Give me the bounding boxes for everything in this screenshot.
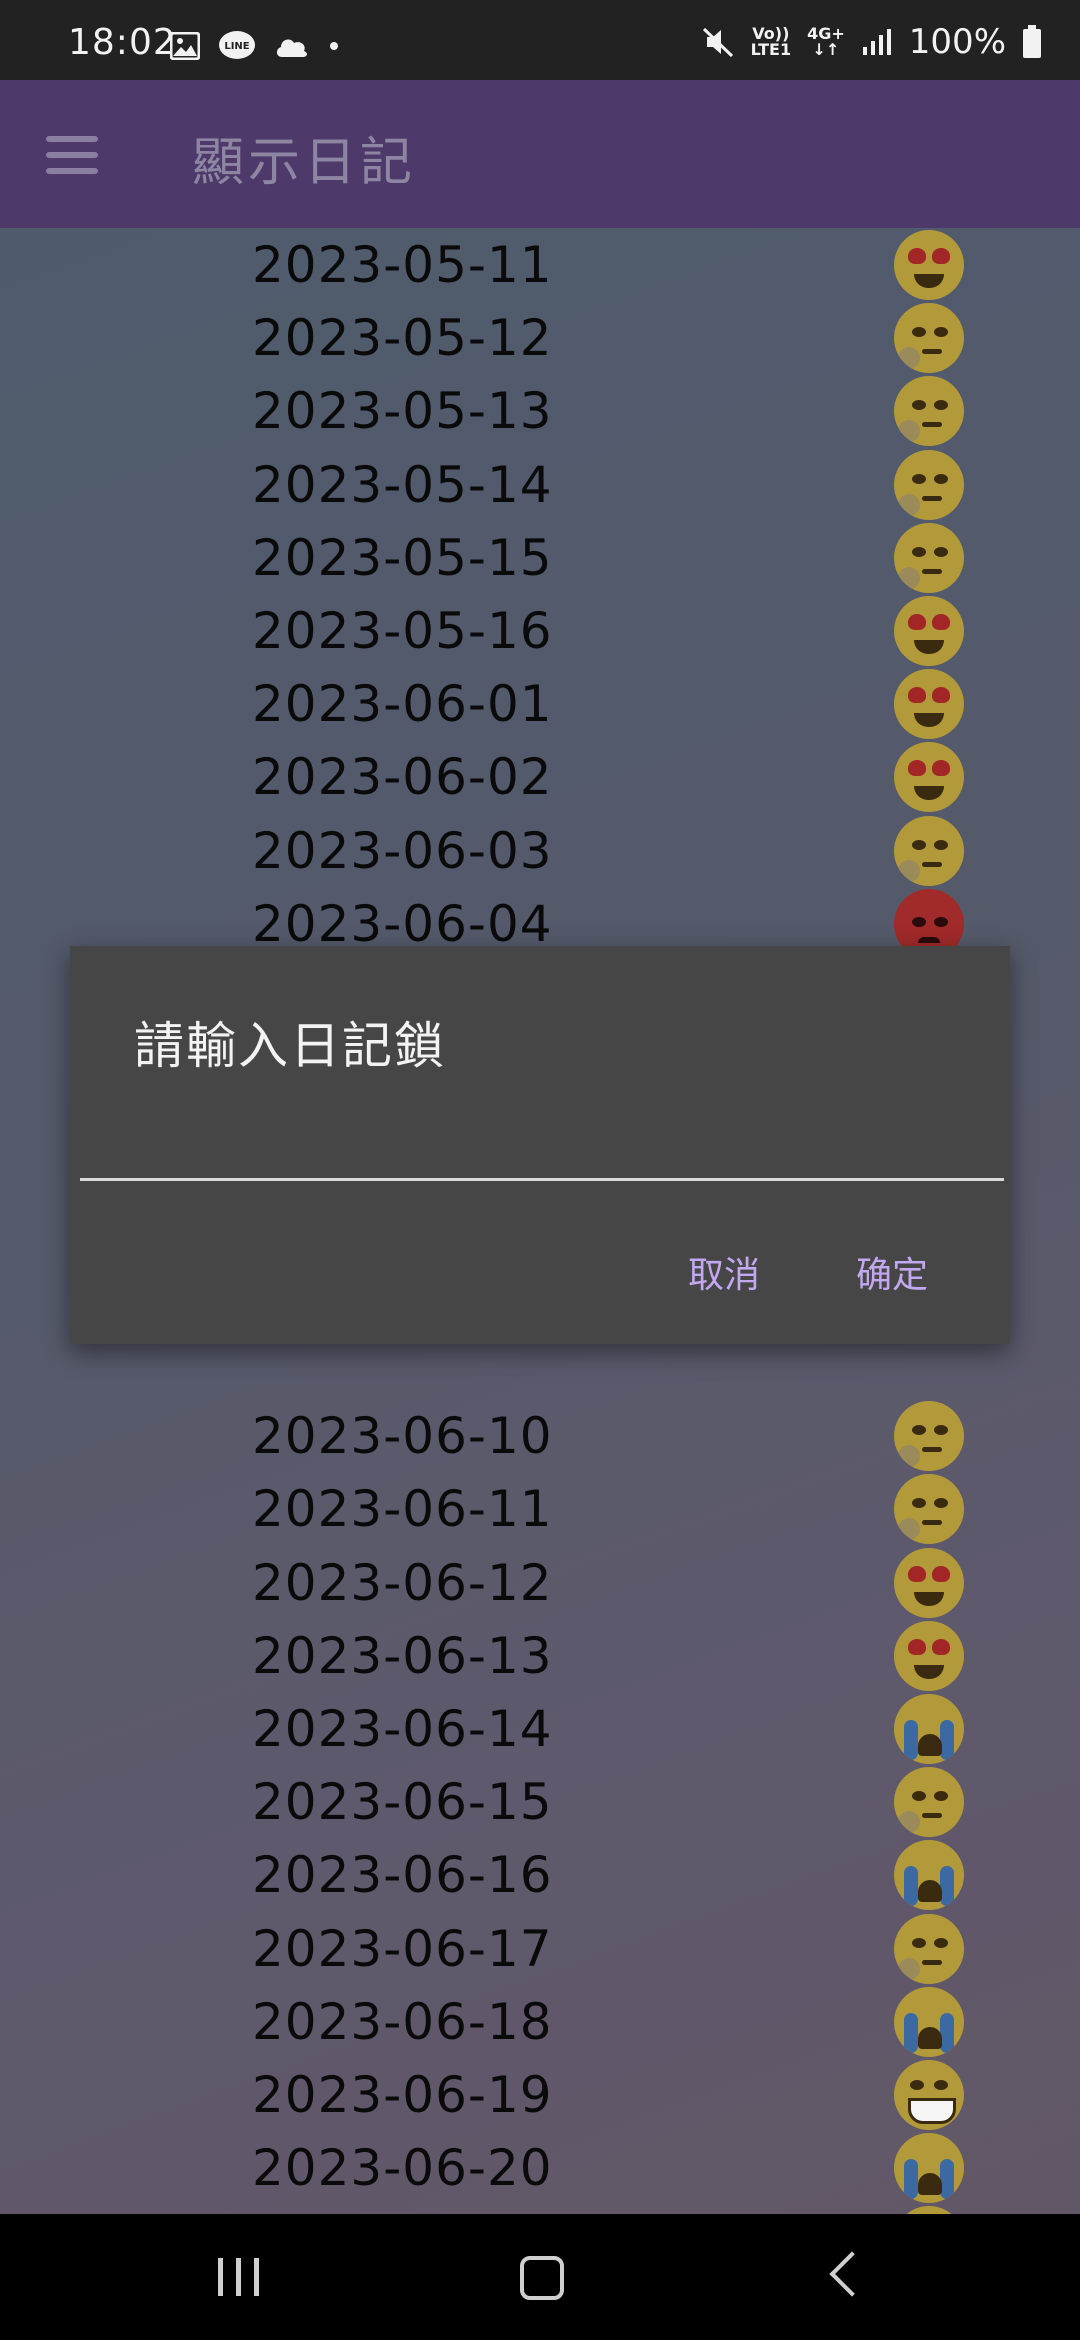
lte-text: LTE1 — [750, 40, 792, 59]
line-icon: LINE — [219, 31, 255, 59]
diary-date: 2023-05-13 — [252, 382, 553, 441]
heart-eyes-emoji-icon — [894, 669, 964, 740]
list-item[interactable]: 2023-06-13 — [0, 1619, 1080, 1692]
heart-eyes-emoji-icon — [894, 1620, 964, 1691]
list-item[interactable]: 2023-06-15 — [0, 1765, 1080, 1838]
thinking-emoji-icon — [894, 522, 964, 593]
crying-emoji-icon — [894, 1840, 964, 1911]
list-item[interactable]: 2023-05-12 — [0, 301, 1080, 374]
diary-date: 2023-06-14 — [252, 1700, 553, 1758]
heart-eyes-emoji-icon — [894, 742, 964, 813]
volte-indicator: Vo)) LTE1 — [751, 26, 792, 58]
menu-icon[interactable] — [46, 136, 98, 174]
list-item[interactable]: 2023-05-13 — [0, 374, 1080, 447]
diary-date: 2023-06-20 — [252, 2139, 553, 2198]
home-button[interactable] — [520, 2256, 564, 2300]
list-item[interactable]: 2023-06-19 — [0, 2058, 1080, 2131]
list-item[interactable]: 2023-05-16 — [0, 594, 1080, 667]
list-item[interactable]: 2023-06-02 — [0, 740, 1080, 813]
diary-date: 2023-06-13 — [252, 1626, 553, 1685]
notification-icons: LINE — [170, 30, 340, 62]
diary-date: 2023-06-03 — [252, 821, 553, 880]
recent-apps-button[interactable] — [218, 2258, 260, 2296]
heart-eyes-emoji-icon — [894, 596, 964, 666]
list-item[interactable]: 2023-06-20 — [0, 2131, 1080, 2204]
thinking-emoji-icon — [894, 303, 964, 374]
navigation-bar — [0, 2214, 1080, 2340]
signal-icon — [862, 29, 891, 55]
thinking-emoji-icon — [894, 449, 964, 520]
diary-date: 2023-05-12 — [252, 309, 553, 368]
heart-eyes-emoji-icon — [894, 1547, 964, 1618]
data-arrows-icon: ↓↑ — [812, 40, 840, 59]
list-item[interactable]: 2023-05-15 — [0, 521, 1080, 594]
list-item[interactable]: 2023-06-10 — [0, 1399, 1080, 1472]
diary-date: 2023-06-11 — [252, 1480, 553, 1539]
diary-date: 2023-06-17 — [252, 1919, 553, 1978]
diary-date: 2023-06-16 — [252, 1846, 553, 1905]
list-item[interactable]: 2023-06-16 — [0, 1838, 1080, 1911]
cloud-icon — [276, 39, 307, 57]
diary-date: 2023-06-02 — [252, 748, 553, 807]
list-item[interactable]: 2023-05-14 — [0, 448, 1080, 521]
list-item[interactable]: 2023-06-03 — [0, 814, 1080, 887]
crying-emoji-icon — [894, 1694, 964, 1764]
list-item[interactable]: 2023-06-11 — [0, 1472, 1080, 1545]
battery-icon — [1023, 25, 1041, 58]
list-item[interactable]: 2023-06-14 — [0, 1692, 1080, 1765]
app-bar: 顯示日記 — [0, 80, 1080, 228]
diary-date: 2023-05-14 — [252, 455, 553, 514]
diary-date: 2023-06-18 — [252, 1992, 553, 2051]
diary-date: 2023-06-15 — [252, 1773, 553, 1832]
diary-lock-dialog: 請輸入日記鎖 取消 确定 — [70, 946, 1010, 1344]
diary-date: 2023-06-10 — [252, 1407, 553, 1466]
list-item[interactable]: 2023-06-12 — [0, 1546, 1080, 1619]
thinking-emoji-icon — [894, 1401, 964, 1472]
battery-percent: 100% — [908, 22, 1006, 62]
diary-date: 2023-06-01 — [252, 675, 553, 734]
cancel-button[interactable]: 取消 — [688, 1246, 760, 1298]
crying-emoji-icon — [894, 1986, 964, 2057]
diary-date: 2023-05-11 — [252, 236, 553, 294]
dialog-title: 請輸入日記鎖 — [134, 1017, 446, 1075]
diary-date: 2023-06-12 — [252, 1553, 553, 1612]
diary-date: 2023-06-19 — [252, 2066, 553, 2124]
diary-date: 2023-05-15 — [252, 528, 553, 587]
list-item[interactable]: 2023-05-11 — [0, 228, 1080, 301]
status-time: 18:02 — [68, 22, 177, 63]
network-type: 4G+ ↓↑ — [807, 26, 845, 58]
dot-icon — [330, 42, 338, 50]
thinking-emoji-icon — [894, 1474, 964, 1545]
thinking-emoji-icon — [894, 1913, 964, 1984]
mute-icon — [702, 27, 733, 58]
confirm-button[interactable]: 确定 — [856, 1246, 928, 1298]
list-item[interactable]: 2023-06-17 — [0, 1912, 1080, 1985]
list-item[interactable]: 2023-06-18 — [0, 1985, 1080, 2058]
crying-emoji-icon — [894, 2133, 964, 2204]
grinning-emoji-icon — [894, 2060, 964, 2130]
image-icon — [170, 32, 200, 60]
back-button[interactable] — [829, 2251, 875, 2297]
heart-eyes-emoji-icon — [894, 230, 964, 300]
thinking-emoji-icon — [894, 376, 964, 447]
status-bar: 18:02 LINE Vo)) LTE1 4G+ ↓↑ 100% — [0, 0, 1080, 80]
diary-lock-input[interactable] — [80, 1096, 1004, 1181]
diary-date: 2023-05-16 — [252, 602, 553, 660]
svg-text:LINE: LINE — [224, 41, 249, 52]
thinking-emoji-icon — [894, 1767, 964, 1838]
status-right: Vo)) LTE1 4G+ ↓↑ 100% — [701, 22, 1042, 62]
list-item[interactable]: 2023-06-01 — [0, 667, 1080, 740]
diary-date: 2023-06-04 — [252, 894, 553, 953]
page-title: 顯示日記 — [192, 133, 417, 193]
thinking-emoji-icon — [894, 815, 964, 886]
